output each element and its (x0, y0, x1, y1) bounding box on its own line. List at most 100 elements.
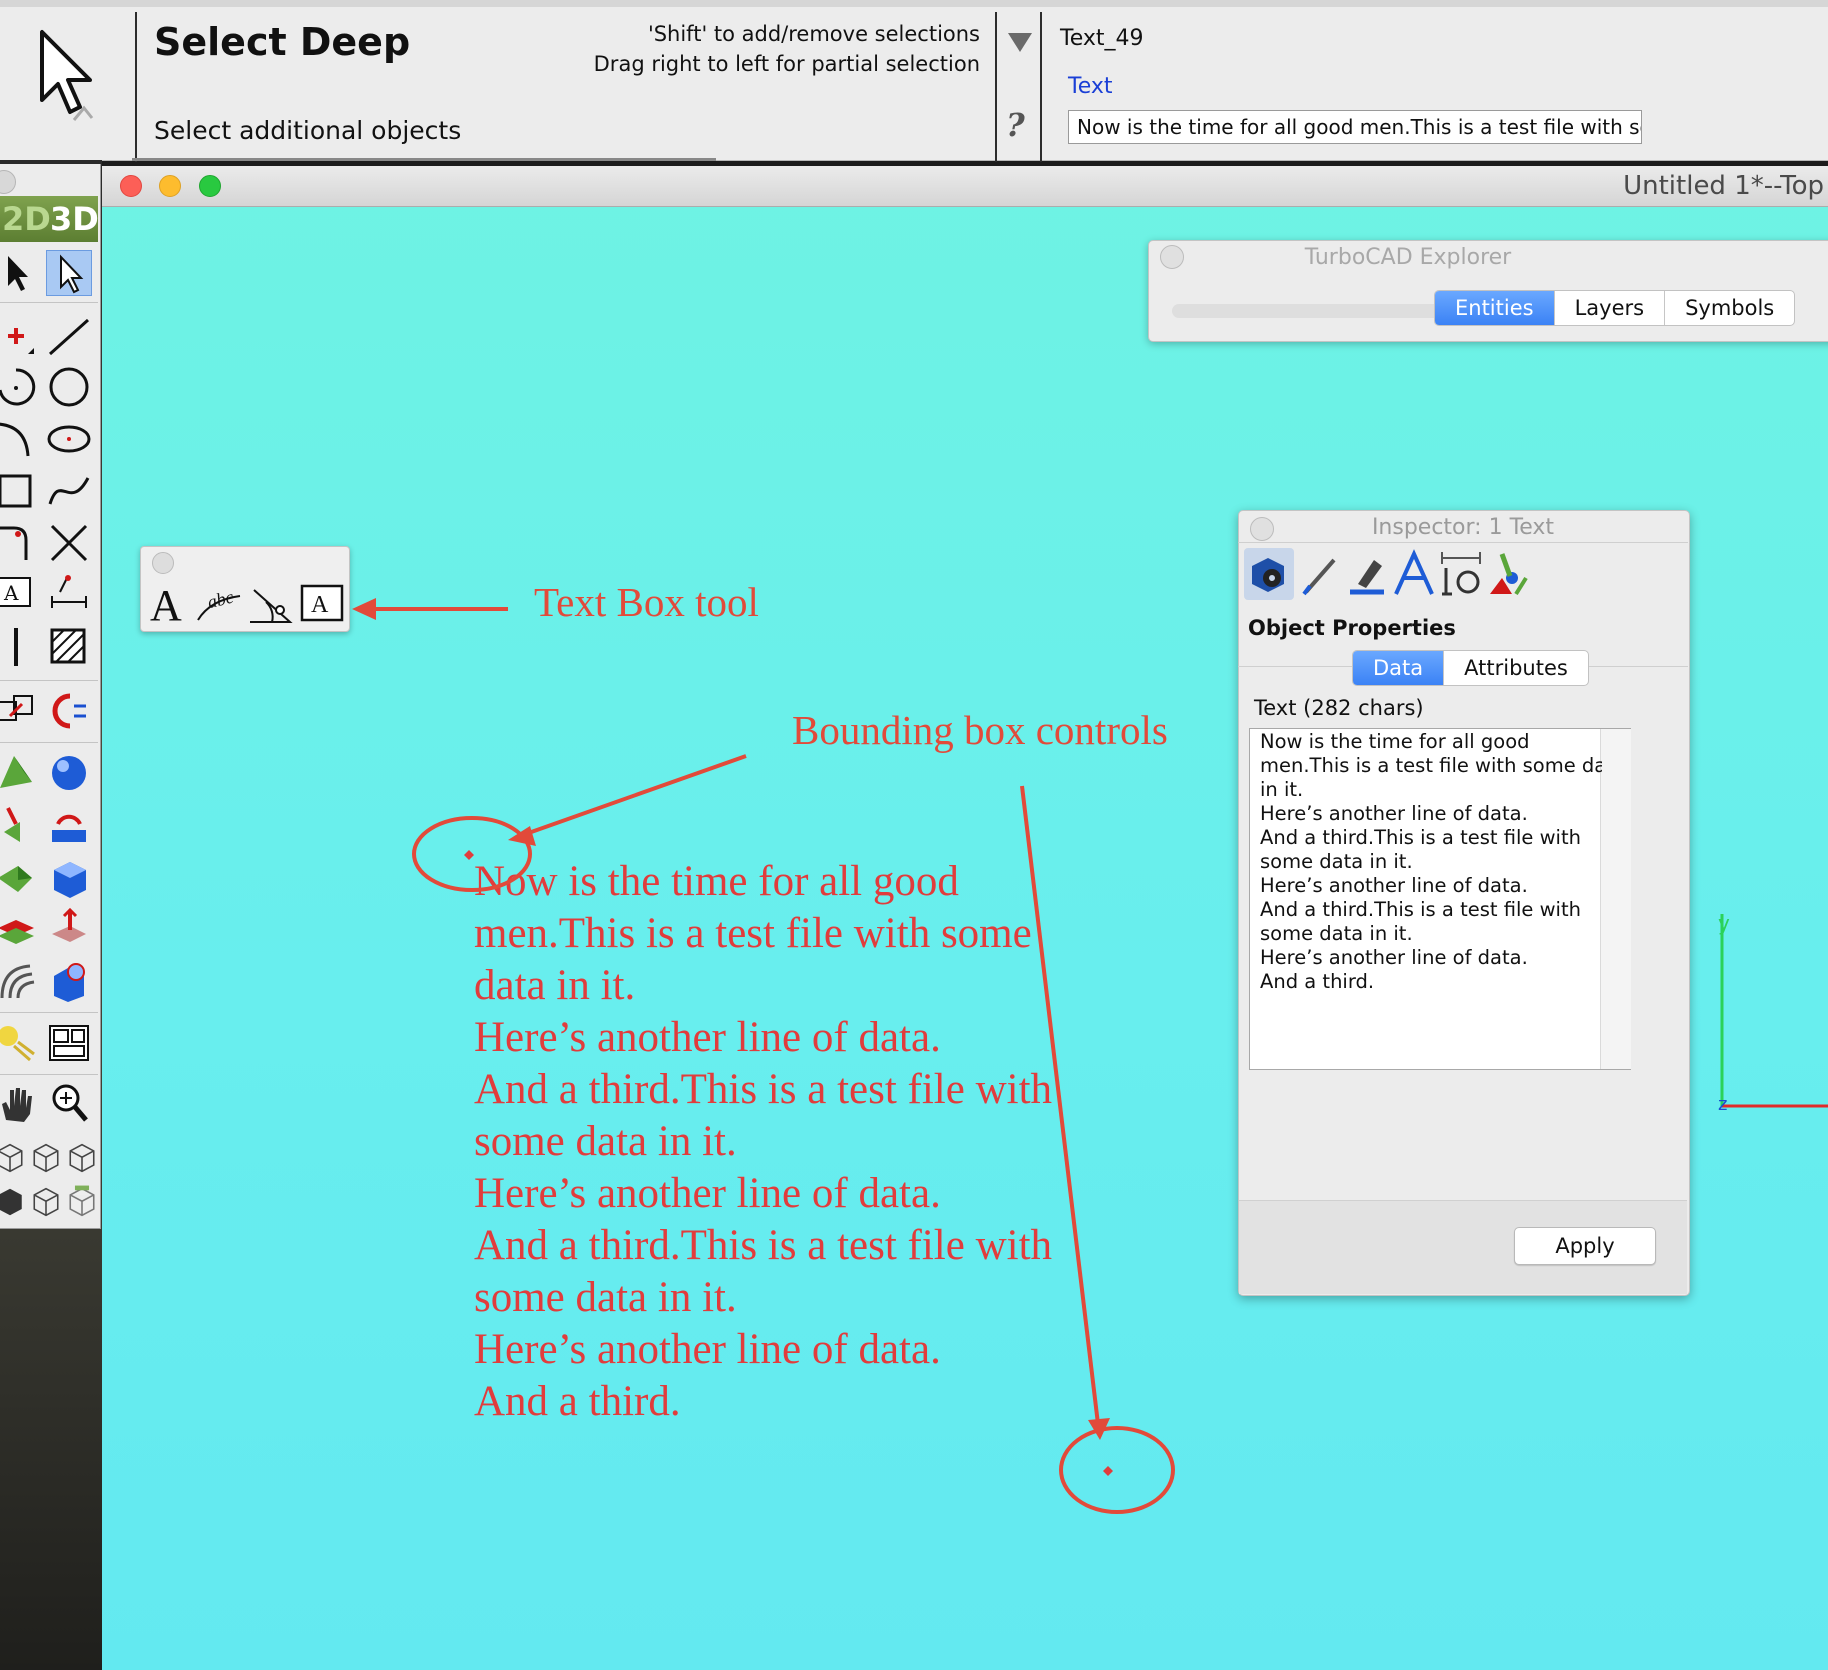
tab-symbols[interactable]: Symbols (1665, 291, 1794, 325)
text-value-field[interactable]: Now is the time for all good men.This is… (1068, 110, 1642, 144)
text-on-path-icon[interactable] (246, 580, 296, 626)
inspector-title-divider (1238, 542, 1688, 543)
dimension-icon[interactable] (46, 572, 92, 618)
window-minimize-button[interactable] (159, 175, 181, 197)
revolve-icon[interactable] (46, 802, 92, 848)
point-icon[interactable] (0, 314, 40, 360)
y-axis-label: y (1718, 911, 1730, 935)
wedge-icon[interactable] (0, 856, 40, 902)
hatch-icon[interactable] (46, 624, 92, 670)
render-solid-icon[interactable] (0, 1184, 28, 1220)
tool-title: Select Deep (154, 20, 411, 64)
render-wire-icon[interactable] (28, 1184, 64, 1220)
dimension-style-icon[interactable] (1436, 548, 1486, 600)
push-pull-icon[interactable] (46, 906, 92, 952)
textarea-scrollbar[interactable] (1600, 729, 1631, 1069)
pan-hand-icon[interactable] (0, 1080, 40, 1126)
window-close-button[interactable] (120, 175, 142, 197)
text-entity-line: And a third.This is a test file with (474, 1222, 1053, 1269)
window-titlebar[interactable] (102, 166, 1828, 207)
select-deep-icon[interactable] (46, 250, 92, 296)
view-right-icon[interactable] (64, 1140, 100, 1176)
toolbar-separator (1040, 12, 1042, 162)
view-iso-icon[interactable] (28, 1140, 64, 1176)
view-front-icon[interactable] (0, 1140, 28, 1176)
textarea-content: Now is the time for all good men.This is… (1260, 730, 1602, 994)
apply-button[interactable]: Apply (1514, 1227, 1656, 1265)
textarea-line: some data in it. (1260, 850, 1413, 873)
mirror-icon[interactable] (46, 688, 92, 734)
pyramid-icon[interactable] (0, 750, 40, 796)
palette-separator (0, 1012, 98, 1013)
font-icon[interactable] (1390, 548, 1440, 600)
help-icon[interactable]: ? (1006, 106, 1025, 144)
textarea-line: Here’s another line of data. (1260, 802, 1528, 825)
annotation-bounding-box: Bounding box controls (792, 707, 1168, 753)
palette-separator (0, 742, 98, 743)
pen-icon[interactable] (1296, 548, 1346, 600)
entity-type-link[interactable]: Text (1068, 74, 1113, 99)
brush-icon[interactable] (1344, 548, 1394, 600)
copy-icon[interactable] (0, 688, 40, 734)
object-properties-heading: Object Properties (1248, 616, 1456, 640)
tab-entities[interactable]: Entities (1435, 291, 1555, 325)
textarea-line: some data in it. (1260, 922, 1413, 945)
text-box-tool-icon[interactable]: A (298, 580, 346, 626)
arc-icon[interactable] (0, 364, 40, 410)
vertical-line-icon[interactable] (0, 624, 40, 670)
text-entity-line: Here’s another line of data. (474, 1170, 941, 1217)
text-on-arc-icon[interactable]: abc (194, 580, 244, 626)
loft-icon[interactable] (0, 958, 40, 1004)
text-icon[interactable]: A (146, 580, 192, 630)
sphere-icon[interactable] (46, 750, 92, 796)
text-entity-line: Now is the time for all good (474, 858, 959, 905)
text-entity[interactable]: Now is the time for all good men.This is… (474, 856, 1052, 1428)
window-zoom-button[interactable] (199, 175, 221, 197)
zoom-icon[interactable] (46, 1080, 92, 1126)
intersect-icon[interactable] (46, 520, 92, 566)
spline-icon[interactable] (46, 468, 92, 514)
svg-text:abc: abc (205, 586, 235, 612)
viewport-icon[interactable] (46, 1020, 92, 1066)
circle-icon[interactable] (46, 364, 92, 410)
tab-layers[interactable]: Layers (1555, 291, 1666, 325)
inspector-title: Inspector: 1 Text (1371, 515, 1555, 540)
box-icon[interactable] (46, 856, 92, 902)
effects-icon[interactable] (1484, 548, 1534, 600)
z-axis-label: z (1718, 1094, 1727, 1115)
boolean-icon[interactable] (46, 958, 92, 1004)
extrude-icon[interactable] (0, 802, 40, 848)
text-entity-line: some data in it. (474, 1274, 737, 1321)
render-hidden-icon[interactable] (64, 1184, 100, 1220)
palette-separator (0, 1074, 98, 1075)
text-palette-close-button[interactable] (152, 552, 174, 574)
palette-separator (0, 302, 98, 303)
tab-data[interactable]: Data (1353, 651, 1445, 685)
textarea-line: men.This is a test file with some da (1260, 754, 1602, 777)
tab-attributes[interactable]: Attributes (1444, 651, 1588, 685)
text-entity-line: some data in it. (474, 1118, 737, 1165)
textarea-line: Here’s another line of data. (1260, 946, 1528, 969)
text-entity-line: data in it. (474, 962, 636, 1009)
mode-2d-tab[interactable]: 2D (2, 200, 51, 238)
window-title: Untitled 1*--Top (1623, 171, 1824, 201)
mode-3d-tab[interactable]: 3D (50, 200, 99, 238)
annotation-text-box-tool: Text Box tool (534, 579, 759, 625)
text-entity-line: Here’s another line of data. (474, 1014, 941, 1061)
textarea-line: Here’s another line of data. (1260, 874, 1528, 897)
text-box-icon[interactable]: A (0, 572, 40, 618)
toolbar-separator (135, 12, 137, 162)
fillet-icon[interactable] (0, 520, 40, 566)
curve-arc-icon[interactable] (0, 416, 40, 462)
line-icon[interactable] (46, 314, 92, 360)
textarea-line: Now is the time for all good (1260, 730, 1530, 753)
palette-separator (0, 680, 98, 681)
dropdown-triangle-icon[interactable] (1006, 30, 1034, 59)
rectangle-icon[interactable] (0, 468, 40, 514)
object-properties-icon[interactable] (1244, 548, 1294, 600)
select-icon[interactable] (0, 250, 40, 296)
ellipse-icon[interactable] (46, 416, 92, 462)
layer-icon[interactable] (0, 906, 40, 952)
text-entity-line: And a third. (474, 1378, 681, 1425)
light-icon[interactable] (0, 1020, 40, 1066)
